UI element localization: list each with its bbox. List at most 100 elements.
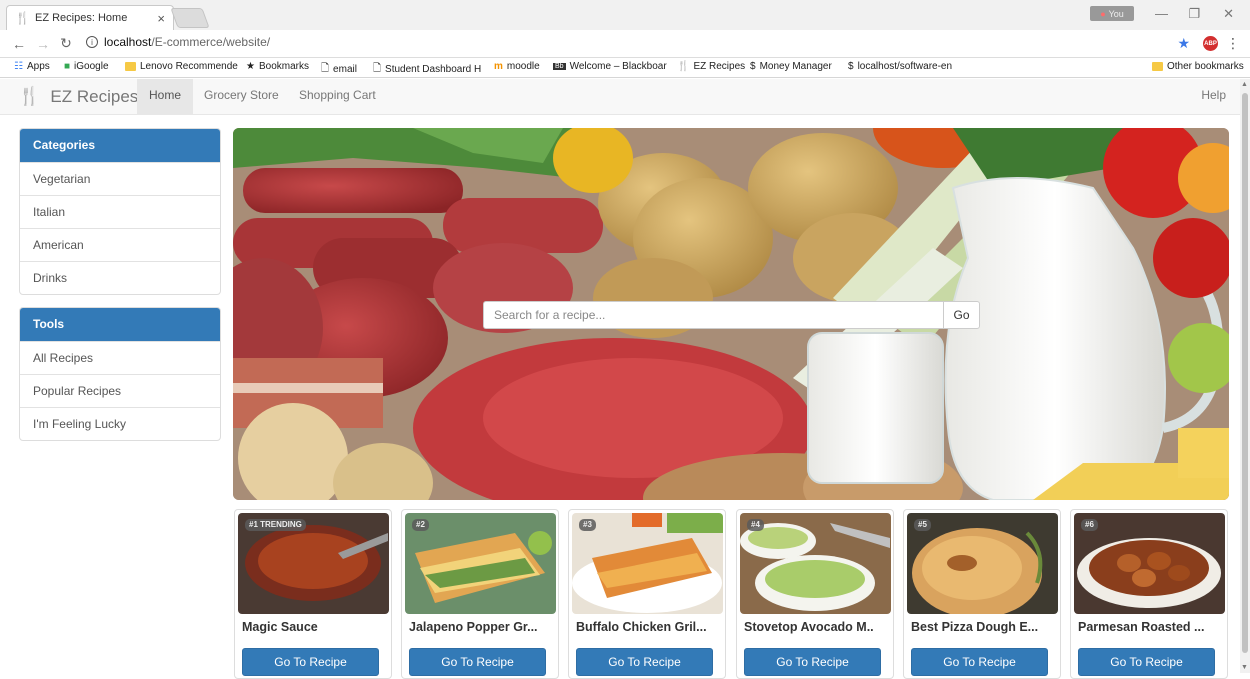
browser-tab-strip: 🍴 EZ Recipes: Home × ● You — ❐ ✕ [0,0,1250,30]
category-vegetarian[interactable]: Vegetarian [20,162,220,195]
category-drinks[interactable]: Drinks [20,261,220,294]
bookmark-moodle[interactable]: m moodle [494,61,540,72]
dollar-icon: $ [848,61,854,72]
recipe-image[interactable]: #4 [740,513,891,614]
trending-badge: #1 TRENDING [245,519,306,531]
profile-icon: ● [1100,8,1106,19]
browser-tab[interactable]: 🍴 EZ Recipes: Home × [6,5,174,30]
go-to-recipe-button[interactable]: Go To Recipe [576,648,713,676]
url-host: localhost [104,35,152,49]
bookmark-localhost-software[interactable]: $ localhost/software-en [848,61,952,72]
site-navbar: 🍴 EZ Recipes Home Grocery Store Shopping… [0,79,1240,115]
go-to-recipe-button[interactable]: Go To Recipe [744,648,881,676]
recipe-title: Stovetop Avocado M.. [744,620,874,634]
close-tab-icon[interactable]: × [157,11,165,26]
adblock-icon[interactable]: ABP [1203,36,1218,51]
bookmark-star-icon[interactable]: ★ [1177,35,1190,52]
nav-help[interactable]: Help [1201,79,1226,112]
tool-feeling-lucky[interactable]: I'm Feeling Lucky [20,407,220,440]
browser-menu-icon[interactable]: ⋮ [1226,35,1240,52]
utensils-icon: 🍴 [15,11,30,25]
tools-panel: Tools All Recipes Popular Recipes I'm Fe… [19,307,221,441]
page-scrollbar[interactable]: ▲ ▼ [1240,79,1250,673]
bookmark-student-dashboard[interactable]: 🗋 Student Dashboard H [373,61,481,78]
info-icon[interactable]: i [86,36,98,48]
recipe-title: Jalapeno Popper Gr... [409,620,538,634]
page-icon: 🗋 [373,63,382,74]
bookmark-money-manager[interactable]: $ Money Manager [750,61,832,72]
new-tab-button[interactable] [170,8,210,28]
utensils-icon: 🍴 [677,61,690,72]
bookmark-email[interactable]: 🗋 email [321,61,357,78]
bookmark-bookmarks[interactable]: ★ Bookmarks [246,61,309,72]
scroll-down-icon[interactable]: ▼ [1241,664,1248,671]
bookmarks-bar: ☷ Apps ■ iGoogle Lenovo Recommende ★ Boo… [0,58,1250,78]
brand-name: EZ Recipes [50,86,139,106]
recipe-image[interactable]: #3 [572,513,723,614]
url-field[interactable]: i localhost /E-commerce/website/ [86,35,270,49]
tools-title: Tools [20,308,220,341]
rank-badge: #2 [412,519,429,531]
rank-badge: #5 [914,519,931,531]
bookmark-label: Student Dashboard H [385,64,482,75]
bookmark-blackboard[interactable]: Bb Welcome – Blackboar [553,61,667,72]
user-label: You [1108,8,1124,19]
utensils-icon: 🍴 [18,86,41,106]
nav-home[interactable]: Home [137,79,194,115]
go-to-recipe-button[interactable]: Go To Recipe [242,648,379,676]
apps-grid-icon: ☷ [14,61,23,72]
reload-icon[interactable]: ↻ [60,35,72,52]
close-window-icon[interactable]: ✕ [1223,6,1234,22]
category-american[interactable]: American [20,228,220,261]
other-bookmarks[interactable]: Other bookmarks [1152,61,1244,72]
scroll-up-icon[interactable]: ▲ [1241,81,1248,88]
category-italian[interactable]: Italian [20,195,220,228]
nav-shopping-cart[interactable]: Shopping Cart [287,79,388,115]
folder-icon [125,62,136,71]
search-input[interactable] [483,301,943,329]
recipe-image[interactable]: #5 [907,513,1058,614]
bookmark-lenovo[interactable]: Lenovo Recommende [125,61,238,72]
back-arrow-icon[interactable]: ← [12,36,26,52]
tab-title: EZ Recipes: Home [35,12,128,24]
bookmark-label: EZ Recipes [693,61,746,72]
go-to-recipe-button[interactable]: Go To Recipe [1078,648,1215,676]
recipe-card: #2 Jalapeno Popper Gr... Go To Recipe [401,509,559,679]
go-to-recipe-button[interactable]: Go To Recipe [409,648,546,676]
bookmark-igoogle[interactable]: ■ iGoogle [64,61,109,72]
bookmark-label: Welcome – Blackboar [569,61,667,72]
minimize-icon[interactable]: — [1155,6,1168,21]
recipe-card: #3 Buffalo Chicken Gril... Go To Recipe [568,509,726,679]
recipe-image[interactable]: #1 TRENDING [238,513,389,614]
restore-icon[interactable]: ❐ [1188,6,1200,22]
folder-icon [1152,62,1163,71]
bookmark-label: iGoogle [74,61,109,72]
user-profile-button[interactable]: ● You [1090,6,1134,21]
brand[interactable]: 🍴 EZ Recipes [18,86,138,107]
recipe-image[interactable]: #6 [1074,513,1225,614]
search-go-button[interactable]: Go [943,301,980,329]
recipe-image[interactable]: #2 [405,513,556,614]
bookmark-apps[interactable]: ☷ Apps [14,61,50,72]
go-to-recipe-button[interactable]: Go To Recipe [911,648,1048,676]
tool-all-recipes[interactable]: All Recipes [20,341,220,374]
moodle-icon: m [494,61,503,72]
recipe-title: Buffalo Chicken Gril... [576,620,707,634]
nav-grocery-store[interactable]: Grocery Store [192,79,291,115]
recipe-title: Magic Sauce [242,620,318,634]
blackboard-icon: Bb [553,63,566,70]
forward-arrow-icon[interactable]: → [36,36,50,52]
recipe-title: Best Pizza Dough E... [911,620,1039,634]
scrollbar-thumb[interactable] [1242,93,1248,653]
bookmark-label: Bookmarks [258,61,309,72]
recipe-card: #4 Stovetop Avocado M.. Go To Recipe [736,509,894,679]
bookmark-label: localhost/software-en [857,61,953,72]
bookmark-ez-recipes[interactable]: 🍴 EZ Recipes [677,61,745,72]
dollar-icon: $ [750,61,756,72]
rank-badge: #3 [579,519,596,531]
recipe-title: Parmesan Roasted ... [1078,620,1205,634]
url-path: /E-commerce/website/ [151,35,271,49]
page-icon: 🗋 [321,63,330,74]
bookmark-label: Money Manager [759,61,832,72]
tool-popular-recipes[interactable]: Popular Recipes [20,374,220,407]
